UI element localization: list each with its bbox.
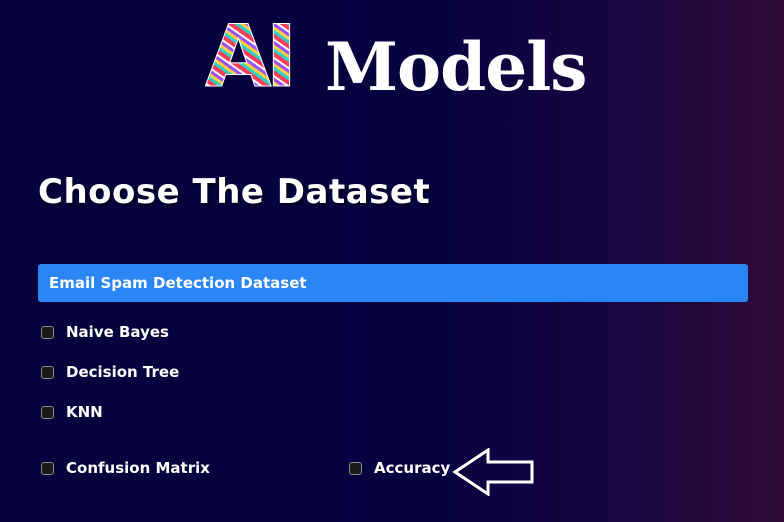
- checkbox-knn[interactable]: KNN: [41, 403, 103, 421]
- checkbox-box[interactable]: [41, 405, 54, 419]
- checkbox-label: Decision Tree: [66, 363, 180, 381]
- checkbox-box[interactable]: [41, 365, 54, 379]
- checkbox-confusion-matrix[interactable]: Confusion Matrix: [41, 459, 210, 477]
- dataset-select-value: Email Spam Detection Dataset: [49, 274, 307, 292]
- logo-ai-mark: AI: [205, 14, 323, 110]
- app-logo: AI Models: [205, 14, 588, 112]
- checkbox-box[interactable]: [41, 461, 54, 475]
- checkbox-label: KNN: [66, 403, 103, 421]
- checkbox-accuracy[interactable]: Accuracy: [349, 459, 450, 477]
- checkbox-label: Naive Bayes: [66, 323, 169, 341]
- checkbox-naive-bayes[interactable]: Naive Bayes: [41, 323, 169, 341]
- checkbox-box[interactable]: [349, 461, 362, 475]
- logo-ai-text: AI: [205, 7, 299, 107]
- checkbox-label: Accuracy: [374, 459, 451, 477]
- checkbox-label: Confusion Matrix: [66, 459, 210, 477]
- page-heading: Choose The Dataset: [38, 172, 431, 212]
- logo-models-text: Models: [325, 28, 587, 106]
- arrow-left-outline-icon: [452, 448, 534, 496]
- dataset-select[interactable]: Email Spam Detection Dataset: [38, 264, 748, 302]
- checkbox-box[interactable]: [41, 325, 54, 339]
- checkbox-decision-tree[interactable]: Decision Tree: [41, 363, 179, 381]
